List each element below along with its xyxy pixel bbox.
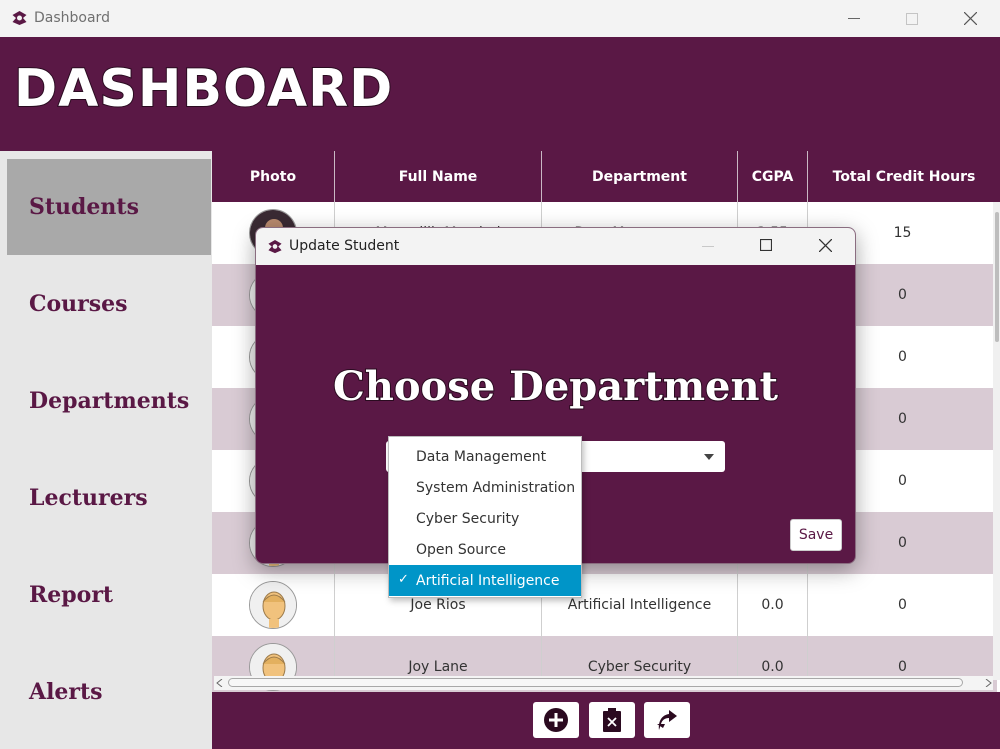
- update-student-button[interactable]: [644, 702, 690, 738]
- chevron-down-icon: [704, 454, 714, 460]
- option-label: Artificial Intelligence: [416, 572, 560, 589]
- column-header-cgpa[interactable]: CGPA: [738, 151, 808, 202]
- column-header-department[interactable]: Department: [542, 151, 738, 202]
- option-data-management[interactable]: Data Management: [389, 441, 581, 472]
- option-open-source[interactable]: Open Source: [389, 534, 581, 565]
- add-icon: [544, 708, 568, 732]
- avatar-placeholder-icon: [250, 582, 296, 628]
- option-cyber-security[interactable]: Cyber Security: [389, 503, 581, 534]
- dialog-title: Update Student: [289, 238, 400, 254]
- avatar: [249, 581, 297, 629]
- maximize-button[interactable]: [883, 0, 941, 37]
- cgpa-cell: 0.0: [738, 574, 808, 636]
- table-row[interactable]: Joe Rios Artificial Intelligence 0.0 0: [212, 574, 997, 636]
- credit-hours-cell: 0: [898, 597, 907, 613]
- vertical-scroll-thumb[interactable]: [995, 212, 999, 342]
- delete-icon: [603, 708, 621, 732]
- department-dropdown-list: Data Management System Administration Cy…: [388, 436, 582, 598]
- photo-cell: [212, 574, 335, 636]
- option-system-administration[interactable]: System Administration: [389, 472, 581, 503]
- option-artificial-intelligence[interactable]: ✓ Artificial Intelligence: [389, 565, 581, 596]
- scroll-left-icon[interactable]: [216, 679, 224, 687]
- app-logo-icon: [268, 239, 282, 254]
- dashboard-header: DASHBOARD: [0, 37, 1000, 151]
- sidebar-item-departments[interactable]: Departments: [7, 353, 211, 449]
- column-header-credit-hours[interactable]: Total Credit Hours: [808, 151, 1000, 202]
- dialog-titlebar: Update Student: [256, 228, 855, 265]
- save-button[interactable]: Save: [790, 519, 842, 551]
- column-header-photo[interactable]: Photo: [212, 151, 335, 202]
- window-title: Dashboard: [34, 10, 110, 26]
- maximize-icon: [906, 12, 918, 25]
- dialog-heading: Choose Department: [332, 362, 779, 411]
- checkmark-icon: ✓: [398, 572, 409, 587]
- maximize-icon[interactable]: [760, 239, 772, 251]
- sidebar-item-lecturers[interactable]: Lecturers: [7, 450, 211, 546]
- app-logo-icon: [12, 11, 27, 25]
- minimize-icon: [848, 17, 860, 19]
- update-icon: [657, 710, 677, 730]
- sidebar: Students Courses Departments Lecturers R…: [0, 151, 212, 749]
- close-button[interactable]: [941, 0, 999, 37]
- sidebar-item-report[interactable]: Report: [7, 547, 211, 643]
- horizontal-scroll-thumb[interactable]: [228, 678, 963, 687]
- sidebar-item-alerts[interactable]: Alerts: [7, 644, 211, 740]
- delete-student-button[interactable]: [589, 702, 635, 738]
- scroll-right-icon[interactable]: [984, 679, 992, 687]
- sidebar-item-students[interactable]: Students: [7, 159, 211, 255]
- minimize-icon[interactable]: [702, 246, 714, 248]
- close-icon: [963, 12, 977, 25]
- sidebar-item-courses[interactable]: Courses: [7, 256, 211, 352]
- close-icon[interactable]: [819, 239, 832, 252]
- table-header: Photo Full Name Department CGPA Total Cr…: [212, 151, 1000, 202]
- page-title: DASHBOARD: [13, 59, 394, 119]
- window-titlebar: Dashboard: [0, 0, 1000, 37]
- add-student-button[interactable]: [533, 702, 579, 738]
- column-header-full-name[interactable]: Full Name: [335, 151, 542, 202]
- minimize-button[interactable]: [825, 0, 883, 37]
